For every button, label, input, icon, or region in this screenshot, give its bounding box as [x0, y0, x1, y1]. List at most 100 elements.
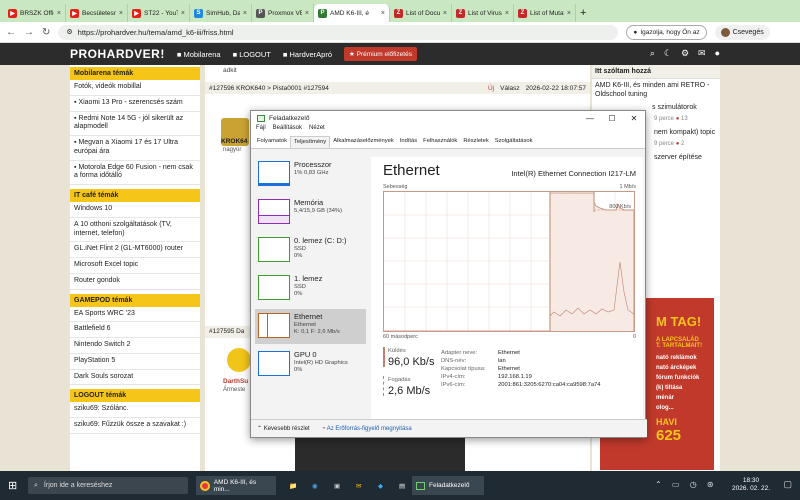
- verify-prompt[interactable]: ● Igazolja, hogy Ön az: [626, 24, 707, 40]
- user-icon[interactable]: ●: [715, 48, 720, 59]
- list-item[interactable]: Router gondok: [70, 274, 200, 290]
- browser-tab[interactable]: ZList of Virus S×: [452, 4, 514, 22]
- browser-tab[interactable]: ▶Becsületesnejl×: [66, 4, 128, 22]
- mail-app-icon[interactable]: ✉: [352, 476, 365, 495]
- open-resource-monitor-link[interactable]: ◔ Az Erőforrás-figyelő megnyitása: [322, 426, 412, 432]
- site-logo[interactable]: PROHARDVER!: [70, 47, 165, 61]
- new-link[interactable]: Új: [488, 85, 494, 92]
- list-item[interactable]: Dark Souls sorozat: [70, 370, 200, 386]
- tray-icons[interactable]: ⌃ ▭ ◷ ⊛: [655, 480, 718, 489]
- notification-icon[interactable]: ▢: [783, 479, 792, 490]
- taskbar-app-chrome[interactable]: AMD K6-III, és min...: [196, 476, 276, 495]
- list-item[interactable]: A 10 otthoni szolgáltatások (TV, interne…: [70, 218, 200, 243]
- nav-logout[interactable]: ■ LOGOUT: [233, 50, 271, 59]
- list-item[interactable]: ▪ Megvan a Xiaomi 17 és 17 Ultra európai…: [70, 136, 200, 161]
- edge-icon[interactable]: ◉: [308, 476, 322, 495]
- fewer-details-button[interactable]: ⌃ Kevesebb részlet: [257, 425, 310, 432]
- tab-users[interactable]: Felhasználók: [420, 136, 460, 148]
- nav-mobilarena[interactable]: ■ Mobilarena: [177, 50, 221, 59]
- list-item[interactable]: AMD K6-III, és minden ami RETRO - Oldsch…: [592, 79, 720, 101]
- close-icon[interactable]: ×: [305, 10, 309, 17]
- app-icon[interactable]: ◆: [374, 476, 387, 495]
- menu-view[interactable]: Nézet: [309, 125, 325, 136]
- moon-icon[interactable]: ☾: [664, 48, 672, 59]
- resource-ethernet[interactable]: Ethernet Ethernet K: 0,1 F: 2,6 Mb/s: [255, 309, 366, 344]
- browser-tab[interactable]: ZList of Docum×: [390, 4, 452, 22]
- list-item[interactable]: Nintendo Switch 2: [70, 338, 200, 354]
- minimize-icon[interactable]: —: [579, 111, 601, 125]
- browser-tab-active[interactable]: P AMD K6-III, é ×: [314, 4, 390, 22]
- reload-icon[interactable]: ↻: [42, 27, 50, 38]
- post-author[interactable]: DarthSu: [223, 378, 248, 385]
- window-titlebar[interactable]: Feladatkezelő — ☐ ✕: [251, 111, 645, 125]
- resource-cpu[interactable]: Processzor 1% 0,83 GHz: [255, 157, 366, 192]
- list-item[interactable]: sziku69: Szólánc.: [70, 402, 200, 418]
- avatar[interactable]: [227, 348, 251, 372]
- file-explorer-icon[interactable]: 📁: [285, 476, 301, 495]
- list-item[interactable]: PlayStation 5: [70, 354, 200, 370]
- store-icon[interactable]: ▣: [330, 476, 344, 495]
- list-item[interactable]: Microsoft Excel topic: [70, 258, 200, 274]
- section-header-logout[interactable]: LOGOUT témák: [70, 389, 200, 403]
- section-header-mobilarena[interactable]: Mobilarena témák: [70, 67, 200, 80]
- tab-app-history[interactable]: Alkalmazáselőzmények: [330, 136, 397, 148]
- close-icon[interactable]: ×: [505, 10, 509, 17]
- settings-icon[interactable]: ⚙: [681, 48, 689, 59]
- close-icon[interactable]: ×: [119, 10, 123, 17]
- reply-link[interactable]: Válasz: [500, 85, 520, 92]
- section-header-gamepod[interactable]: GAMEPOD témák: [70, 293, 200, 307]
- taskbar-clock[interactable]: 18:30 2026. 02. 22.: [732, 477, 770, 494]
- close-icon[interactable]: ×: [567, 10, 571, 17]
- browser-tab[interactable]: P Proxmox VE ×: [252, 4, 314, 22]
- mail-icon[interactable]: ✉: [698, 48, 706, 59]
- new-tab-icon[interactable]: +: [580, 7, 586, 19]
- back-icon[interactable]: ←: [6, 27, 16, 38]
- close-icon[interactable]: ×: [443, 10, 447, 17]
- post-link[interactable]: #127596 KROK640 > Pista0001 #127594: [209, 85, 329, 92]
- list-item[interactable]: ▪ Xiaomi 13 Pro - szerencsés szám: [70, 96, 200, 112]
- taskbar-search-input[interactable]: ⌕ Írjon ide a kereséshez: [28, 477, 188, 494]
- browser-tab[interactable]: SSimHub, Dash×: [190, 4, 252, 22]
- list-item[interactable]: Fotók, videók mobillal: [70, 80, 200, 96]
- list-item[interactable]: GL.iNet Flint 2 (GL-MT6000) router: [70, 242, 200, 258]
- list-item[interactable]: ▪ Motorola Edge 60 Fusion - nem csak a f…: [70, 161, 200, 185]
- list-item[interactable]: Battlefield 6: [70, 322, 200, 338]
- terminal-icon[interactable]: ▤: [395, 476, 409, 495]
- post-author[interactable]: KROK64: [221, 138, 247, 145]
- resource-memory[interactable]: Memória 5,4/15,9 GB (34%): [255, 195, 366, 230]
- close-icon[interactable]: ×: [243, 10, 247, 17]
- tab-services[interactable]: Szolgáltatások: [492, 136, 536, 148]
- close-icon[interactable]: ×: [181, 10, 185, 17]
- nav-hardverapro[interactable]: ■ HardverApró: [283, 50, 332, 59]
- browser-tab[interactable]: ▶BRSZK Official×: [4, 4, 66, 22]
- browser-tab[interactable]: ▶ST22 - YouTub×: [128, 4, 190, 22]
- menu-settings[interactable]: Beállítások: [273, 125, 302, 136]
- resource-gpu[interactable]: GPU 0 Intel(R) HD Graphics 0%: [255, 347, 366, 382]
- list-item[interactable]: ▪ Redmi Note 14 5G - jól sikerült az ala…: [70, 112, 200, 136]
- search-icon[interactable]: ⌕: [650, 48, 655, 59]
- resource-disk1[interactable]: 1. lemez SSD 0%: [255, 271, 366, 306]
- maximize-icon[interactable]: ☐: [601, 111, 623, 125]
- tab-processes[interactable]: Folyamatok: [254, 136, 290, 148]
- list-item[interactable]: sziku69: Fűzzük össze a szavakat :): [70, 418, 200, 434]
- tab-performance[interactable]: Teljesítmény: [289, 136, 331, 148]
- close-icon[interactable]: ×: [381, 10, 385, 17]
- list-item[interactable]: Windows 10: [70, 202, 200, 218]
- tab-startup[interactable]: Indítás: [397, 136, 420, 148]
- section-header-itcafe[interactable]: IT café témák: [70, 189, 200, 202]
- search-icon: ⌕: [34, 481, 38, 489]
- resource-disk0[interactable]: 0. lemez (C: D:) SSD 0%: [255, 233, 366, 268]
- chat-button[interactable]: Csevegés: [714, 24, 770, 40]
- menu-file[interactable]: Fájl: [256, 125, 266, 136]
- premium-button[interactable]: ★ Prémium előfizetés: [344, 47, 417, 61]
- browser-tab[interactable]: Z List of Mutat ×: [514, 4, 576, 22]
- site-info-icon[interactable]: ⚙: [66, 28, 72, 36]
- start-icon[interactable]: ⊞: [8, 479, 17, 492]
- url-input[interactable]: ⚙ https://prohardver.hu/tema/amd_k6-iii/f…: [58, 24, 619, 40]
- close-icon[interactable]: ✕: [623, 111, 645, 125]
- close-icon[interactable]: ×: [57, 10, 61, 17]
- forward-icon[interactable]: →: [24, 27, 34, 38]
- taskbar-app-taskmanager[interactable]: Feladatkezelő: [412, 476, 484, 495]
- tab-details[interactable]: Részletek: [460, 136, 491, 148]
- list-item[interactable]: EA Sports WRC '23: [70, 307, 200, 323]
